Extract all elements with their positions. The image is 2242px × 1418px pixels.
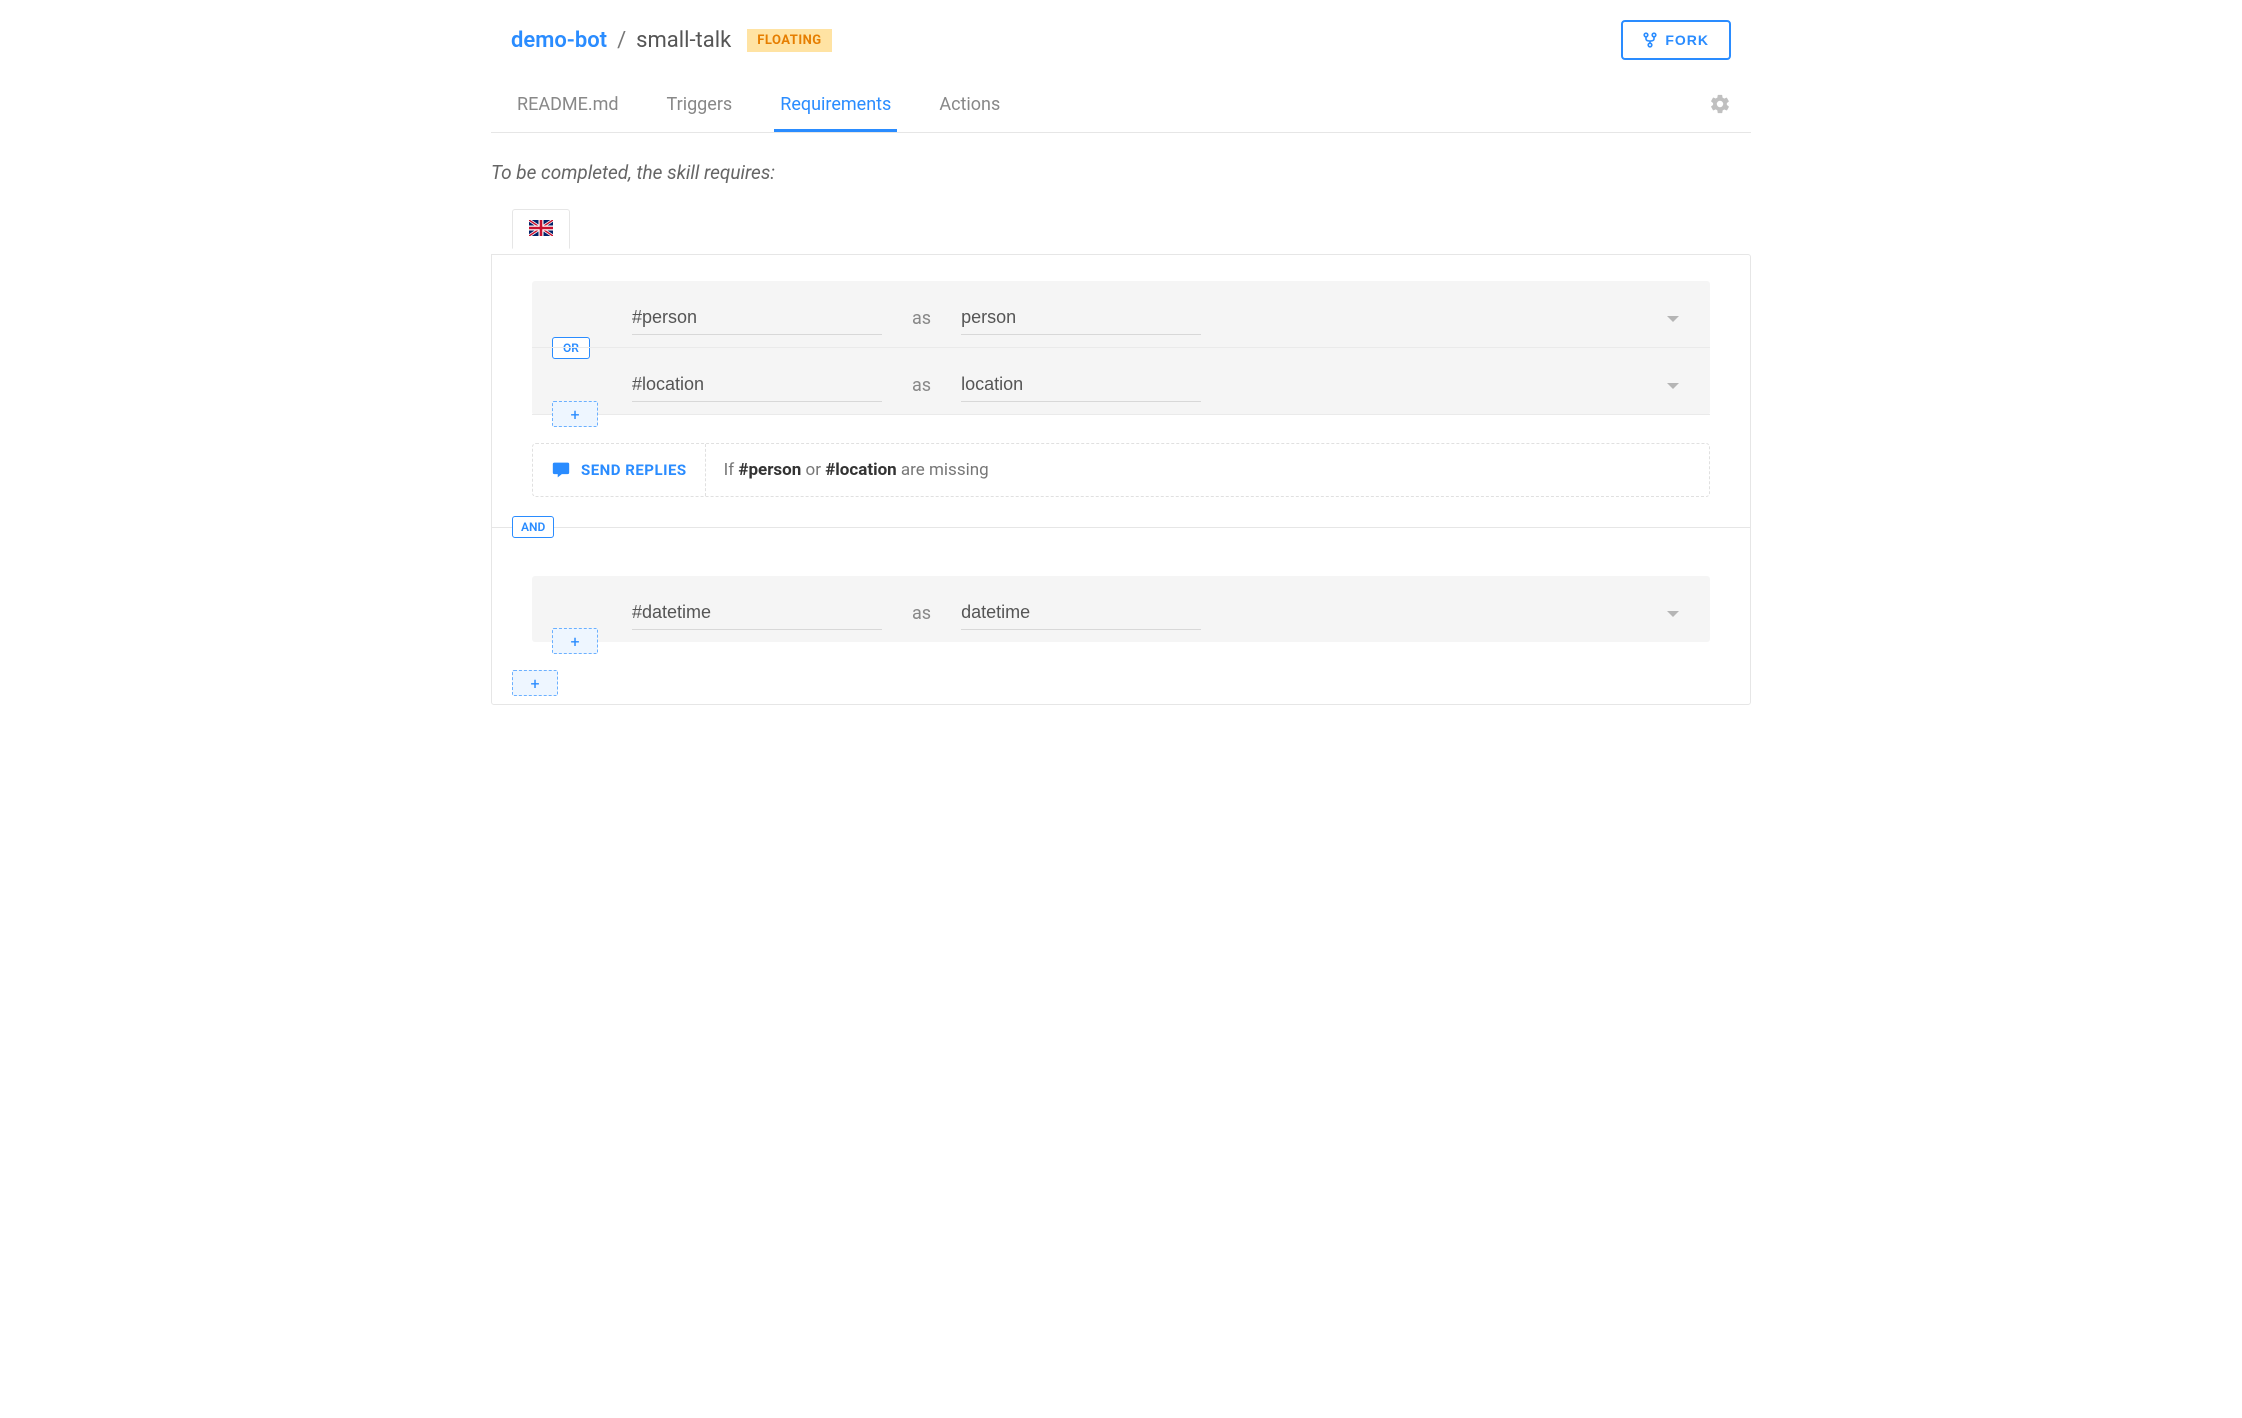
breadcrumb-sep: /: [617, 28, 626, 53]
as-label: as: [912, 308, 931, 329]
chat-icon: [551, 461, 571, 479]
entity-input[interactable]: [632, 596, 882, 630]
requirements-panel: OR as as: [491, 254, 1751, 705]
fork-label: FORK: [1665, 32, 1709, 48]
group-separator: AND: [492, 527, 1750, 528]
requirement-row: as: [532, 576, 1710, 642]
alias-input[interactable]: [961, 368, 1201, 402]
as-label: as: [912, 375, 931, 396]
chevron-down-icon[interactable]: [1666, 309, 1680, 328]
requirement-row: as: [532, 348, 1710, 415]
chevron-down-icon[interactable]: [1666, 604, 1680, 623]
breadcrumb-bot[interactable]: demo-bot: [511, 28, 607, 53]
tab-readme[interactable]: README.md: [511, 80, 625, 132]
alias-input[interactable]: [961, 596, 1201, 630]
as-label: as: [912, 603, 931, 624]
alias-input[interactable]: [961, 301, 1201, 335]
add-requirement-row-button[interactable]: +: [552, 401, 598, 427]
send-replies-row: SEND REPLIES If #person or #location are…: [532, 443, 1710, 497]
entity-input[interactable]: [632, 368, 882, 402]
intro-text: To be completed, the skill requires:: [491, 133, 1751, 208]
send-replies-label: SEND REPLIES: [581, 461, 687, 479]
language-tab-en[interactable]: [512, 209, 570, 249]
fork-icon: [1643, 32, 1657, 48]
tab-triggers[interactable]: Triggers: [661, 80, 739, 132]
gear-icon[interactable]: [1709, 93, 1731, 119]
tabs: README.md Triggers Requirements Actions: [511, 80, 1006, 132]
breadcrumb: demo-bot / small-talk FLOATING: [511, 28, 832, 53]
add-requirement-row-button[interactable]: +: [552, 628, 598, 654]
breadcrumb-skill: small-talk: [636, 28, 731, 53]
requirement-row: as: [532, 281, 1710, 348]
add-requirement-group-button[interactable]: +: [512, 670, 558, 696]
entity-input[interactable]: [632, 301, 882, 335]
fork-button[interactable]: FORK: [1621, 20, 1731, 60]
send-replies-condition: If #person or #location are missing: [706, 444, 1007, 496]
status-badge: FLOATING: [747, 29, 831, 52]
send-replies-button[interactable]: SEND REPLIES: [533, 444, 706, 496]
flag-uk-icon: [529, 220, 553, 236]
logic-and-pill[interactable]: AND: [512, 516, 554, 538]
requirement-group: as +: [532, 576, 1710, 642]
tab-actions[interactable]: Actions: [933, 80, 1006, 132]
tab-requirements[interactable]: Requirements: [774, 80, 897, 132]
chevron-down-icon[interactable]: [1666, 376, 1680, 395]
requirement-group: OR as as: [532, 281, 1710, 415]
